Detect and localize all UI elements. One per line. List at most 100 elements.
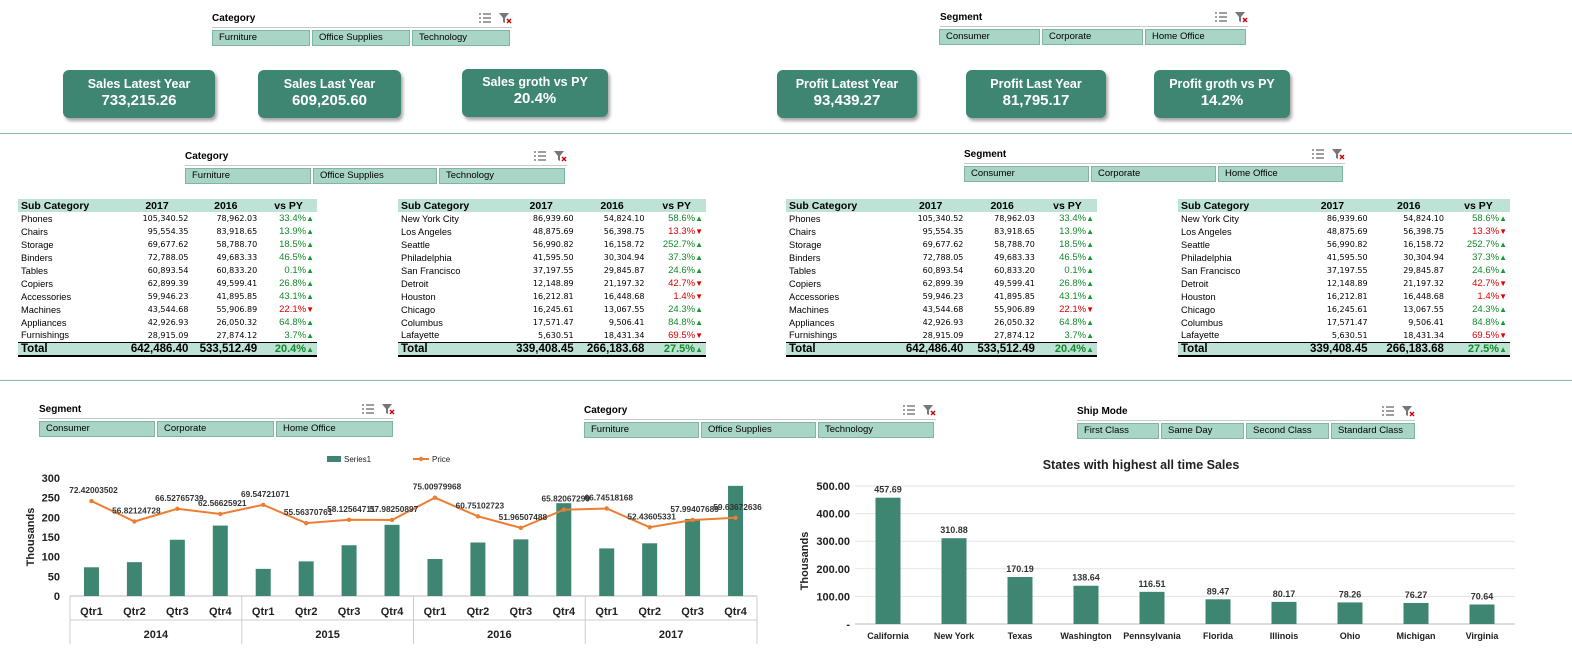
bar — [875, 497, 901, 624]
cell-vs-py: 13.3%▼ — [647, 225, 706, 238]
bar — [169, 539, 185, 596]
price-point — [303, 520, 309, 526]
table-row: Chicago 16,245.61 13,067.55 24.3%▲ — [1178, 303, 1510, 316]
clear-filter-icon[interactable] — [498, 12, 512, 24]
slicer-button-home-office[interactable]: Home Office — [1218, 166, 1343, 182]
cell-text: 30,304.94 — [1403, 253, 1444, 262]
multi-select-icon[interactable] — [902, 404, 916, 416]
column-header[interactable]: Sub Category — [1178, 199, 1295, 212]
cell-vs-py: 26.8%▲ — [260, 277, 317, 290]
slicer-title: Segment — [39, 404, 82, 415]
cell-text: 18,431.34 — [603, 330, 645, 340]
column-header[interactable]: 2017 — [1294, 199, 1371, 212]
clear-filter-icon[interactable] — [1401, 405, 1415, 417]
clear-filter-icon[interactable] — [1234, 11, 1248, 23]
cell-text: 42,926.93 — [147, 318, 189, 327]
column-header[interactable]: vs PY — [260, 199, 317, 212]
slicer-title: Category — [212, 13, 256, 24]
slicer-button-corporate[interactable]: Corporate — [157, 421, 274, 437]
x-tick-label: Qtr4 — [552, 606, 576, 618]
multi-select-icon[interactable] — [1214, 11, 1228, 23]
row-label: Tables — [18, 264, 123, 277]
cell-value: 28,915.09 — [895, 329, 967, 342]
slicer-button-technology[interactable]: Technology — [412, 30, 510, 46]
slicer-button-office-supplies[interactable]: Office Supplies — [701, 422, 816, 438]
cell-text: 13,067.55 — [603, 305, 645, 314]
clear-filter-icon[interactable] — [1331, 148, 1345, 160]
slicer-button-second-class[interactable]: Second Class — [1246, 423, 1329, 439]
slicer-button-consumer[interactable]: Consumer — [964, 166, 1089, 182]
cell-value: 21,197.32 — [577, 277, 648, 290]
slicer-button-technology[interactable]: Technology — [439, 168, 565, 184]
cell-text: Chicago — [401, 304, 436, 315]
cell-text: 29,845.87 — [1403, 266, 1444, 275]
slicer-button-same-day[interactable]: Same Day — [1161, 423, 1244, 439]
row-label: Seattle — [1178, 238, 1294, 251]
x-tick-label: Qtr3 — [681, 606, 704, 618]
multi-select-icon[interactable] — [533, 150, 547, 162]
price-data-label: 59.63672636 — [713, 502, 762, 512]
clear-filter-icon[interactable] — [381, 403, 395, 415]
column-header[interactable]: Sub Category — [786, 199, 895, 212]
column-header[interactable]: 2017 — [894, 199, 967, 212]
slicer-button-corporate[interactable]: Corporate — [1091, 166, 1216, 182]
column-header[interactable]: vs PY — [1037, 199, 1097, 212]
cell-text: 84.8% — [668, 317, 696, 328]
slicer-button-home-office[interactable]: Home Office — [276, 421, 393, 437]
column-header[interactable]: 2017 — [505, 199, 577, 212]
slicer-button-furniture[interactable]: Furniture — [584, 422, 699, 438]
cell-text: 24.3% — [668, 304, 696, 315]
column-header[interactable]: Sub Category — [18, 199, 123, 212]
slicer-button-consumer[interactable]: Consumer — [39, 421, 155, 437]
cell-value: 49,599.41 — [966, 277, 1038, 290]
column-header[interactable]: vs PY — [1446, 199, 1510, 212]
cell-text: Total — [401, 342, 428, 355]
triangle-down-icon: ▼ — [695, 330, 703, 340]
slicer-button-home-office[interactable]: Home Office — [1145, 29, 1246, 45]
cell-text: Columbus — [1181, 317, 1223, 328]
cell-text: Appliances — [789, 317, 835, 328]
column-header[interactable]: Sub Category — [398, 199, 506, 212]
price-data-label: 72.42003502 — [69, 485, 118, 495]
slicer-button-corporate[interactable]: Corporate — [1042, 29, 1143, 45]
cell-vs-py: 43.1%▲ — [1038, 290, 1097, 303]
cell-value: 95,554.35 — [123, 225, 192, 238]
multi-select-icon[interactable] — [478, 12, 492, 24]
column-header[interactable]: 2016 — [576, 199, 648, 212]
slicer-button-consumer[interactable]: Consumer — [939, 29, 1040, 45]
table-row: Philadelphia 41,595.50 30,304.94 37.3%▲ — [1178, 251, 1510, 264]
cell-vs-py: 20.4%▲ — [260, 341, 317, 357]
clear-filter-icon[interactable] — [553, 150, 567, 162]
row-label: Total — [18, 341, 123, 357]
cell-text: 49,683.33 — [216, 253, 258, 262]
slicer-button-furniture[interactable]: Furniture — [185, 168, 311, 184]
slicer-button-standard-class[interactable]: Standard Class — [1331, 423, 1415, 439]
cell-value: 49,683.33 — [191, 251, 260, 264]
slicer-button-technology[interactable]: Technology — [818, 422, 934, 438]
price-point — [132, 519, 137, 524]
table-row: Appliances 42,926.93 26,050.32 64.8%▲ — [786, 316, 1097, 329]
column-header[interactable]: 2016 — [191, 199, 261, 212]
cell-text: 86,939.60 — [532, 214, 574, 223]
cell-value: 266,183.68 — [1370, 341, 1447, 357]
slicer-button-first-class[interactable]: First Class — [1077, 423, 1159, 439]
price-data-label: 57.98250897 — [370, 504, 419, 514]
slicer-button-furniture[interactable]: Furniture — [212, 30, 310, 46]
column-header[interactable]: 2017 — [122, 199, 192, 212]
column-header[interactable]: 2016 — [966, 199, 1038, 212]
multi-select-icon[interactable] — [1311, 148, 1325, 160]
kpi-profit-last-year: Profit Last Year 81,795.17 — [966, 70, 1106, 118]
cell-value: 18,431.34 — [577, 329, 648, 342]
clear-filter-icon[interactable] — [922, 404, 936, 416]
column-header[interactable]: vs PY — [647, 199, 706, 212]
cell-value: 27,874.12 — [191, 329, 260, 342]
x-tick-label: Illinois — [1270, 631, 1299, 641]
multi-select-icon[interactable] — [1381, 405, 1395, 417]
cell-text: 28,915.09 — [922, 330, 964, 340]
cell-vs-py: 64.8%▲ — [260, 316, 317, 329]
slicer-button-office-supplies[interactable]: Office Supplies — [313, 168, 437, 184]
slicer-button-office-supplies[interactable]: Office Supplies — [312, 30, 410, 46]
column-header[interactable]: 2016 — [1370, 199, 1447, 212]
multi-select-icon[interactable] — [361, 403, 375, 415]
table-row: Copiers 62,899.39 49,599.41 26.8%▲ — [786, 277, 1097, 290]
